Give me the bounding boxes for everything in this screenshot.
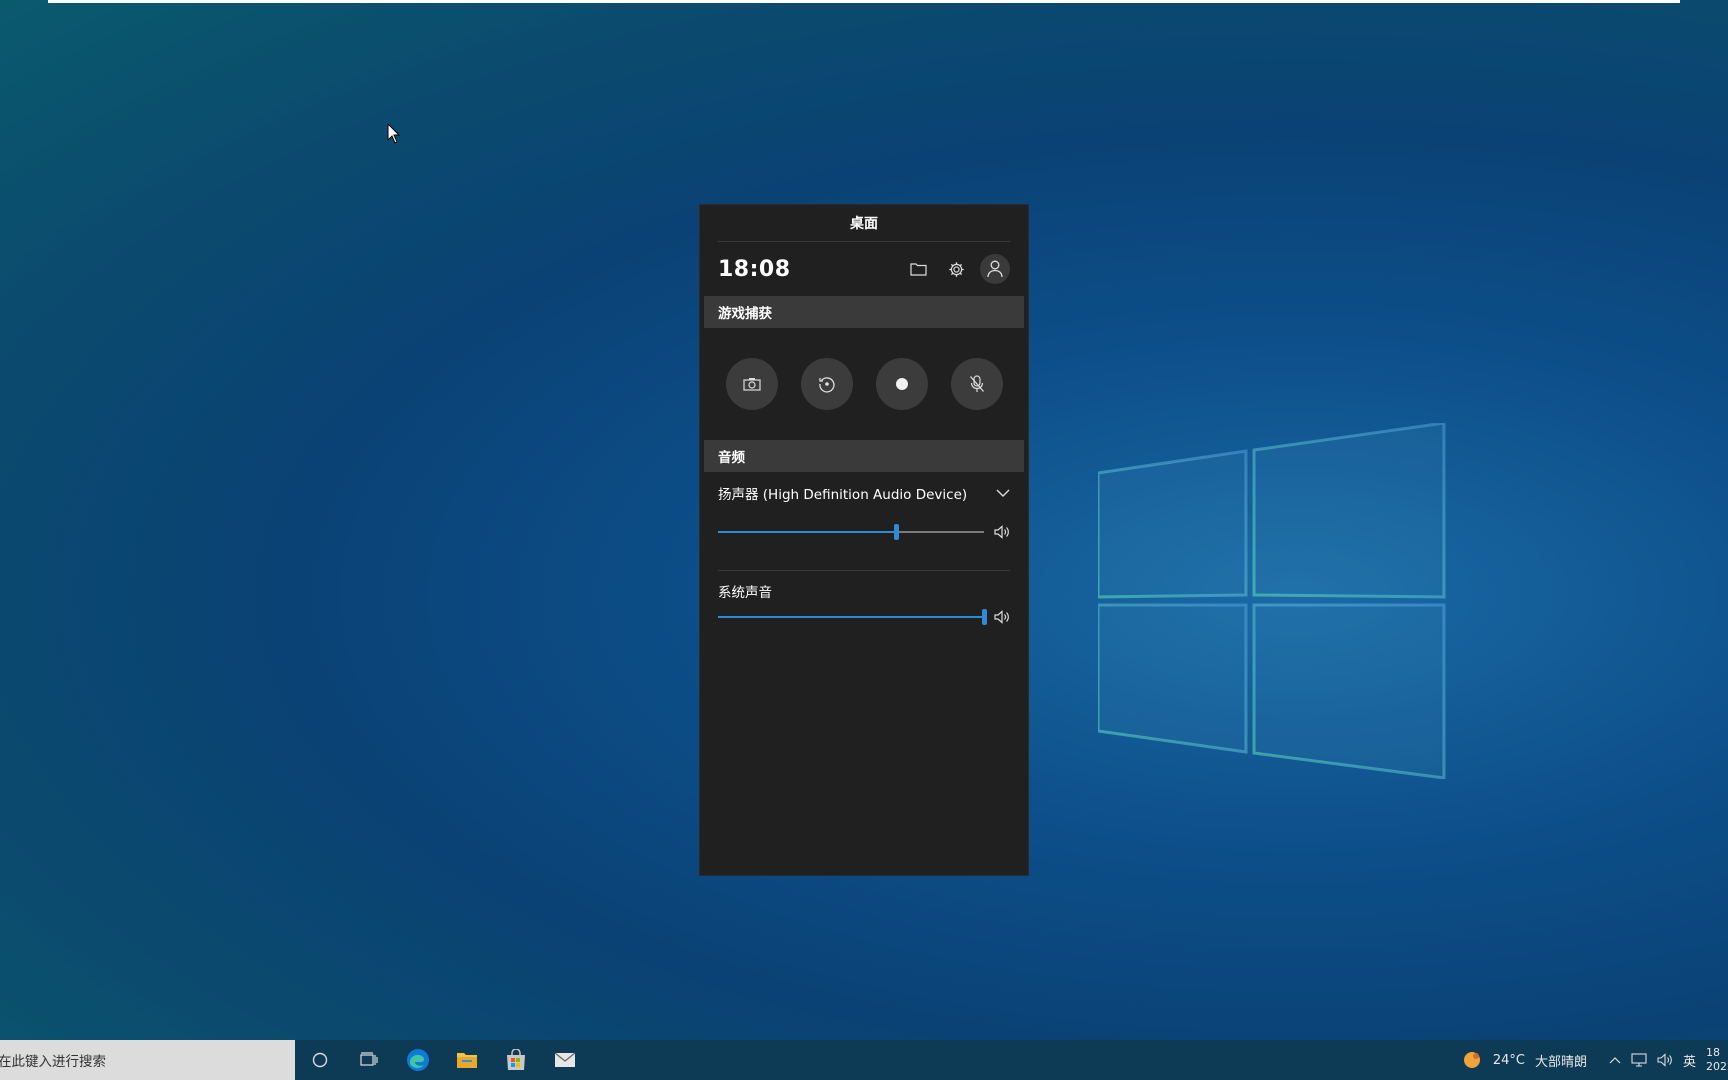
- weather-temperature[interactable]: 24°C: [1493, 1053, 1525, 1068]
- camera-icon: [742, 378, 761, 391]
- game-bar-capture-panel: 桌面 18:08 游戏捕获 音频 扬声器 (High Definition Au…: [700, 205, 1028, 875]
- device-volume-row: [700, 514, 1028, 550]
- edge-browser-icon[interactable]: [393, 1040, 442, 1080]
- clock-time: 18:08: [718, 256, 791, 282]
- mail-icon[interactable]: [540, 1040, 589, 1080]
- speaker-volume-icon[interactable]: [984, 525, 1010, 539]
- slider-thumb[interactable]: [894, 524, 900, 540]
- taskbar-clock-time: 18: [1706, 1046, 1720, 1059]
- capture-section-heading: 游戏捕获: [704, 296, 1024, 328]
- gear-icon[interactable]: [942, 255, 970, 283]
- taskbar-clock[interactable]: 18 2022: [1706, 1046, 1728, 1074]
- chevron-down-icon[interactable]: [996, 489, 1010, 498]
- system-volume-row: [700, 605, 1028, 629]
- speaker-volume-icon[interactable]: [984, 610, 1010, 624]
- top-edge-bar: [48, 0, 1680, 3]
- windows-logo: [1098, 423, 1446, 779]
- taskbar-clock-date: 2022: [1706, 1060, 1728, 1073]
- time-row: 18:08: [700, 242, 1028, 296]
- system-tray: 24°C 大部晴朗 英 18 2022: [1461, 1040, 1728, 1080]
- weather-description[interactable]: 大部晴朗: [1535, 1051, 1587, 1070]
- system-volume-slider[interactable]: [718, 609, 987, 625]
- mouse-cursor-icon: [387, 123, 401, 144]
- cortana-icon[interactable]: [295, 1040, 344, 1080]
- start-recording-button[interactable]: [875, 358, 928, 410]
- capture-buttons-row: [700, 328, 1028, 440]
- audio-section-heading: 音频: [704, 440, 1024, 472]
- input-method-indicator[interactable]: 英: [1683, 1051, 1696, 1070]
- volume-icon[interactable]: [1657, 1053, 1673, 1067]
- record-icon: [895, 378, 908, 390]
- task-view-icon[interactable]: [344, 1040, 393, 1080]
- weather-sun-icon[interactable]: [1461, 1049, 1483, 1071]
- network-icon[interactable]: [1631, 1053, 1647, 1067]
- chevron-up-icon[interactable]: [1609, 1056, 1621, 1064]
- system-sounds-label: 系统声音: [718, 585, 772, 601]
- audio-device-selector[interactable]: 扬声器 (High Definition Audio Device): [700, 472, 1028, 514]
- mic-off-icon: [969, 375, 984, 392]
- panel-title: 桌面: [718, 205, 1010, 242]
- taskbar: 在此键入进行搜索 24°C 大部晴朗 英 18 2022: [0, 1040, 1728, 1080]
- audio-device-name: 扬声器 (High Definition Audio Device): [718, 487, 968, 503]
- slider-thumb[interactable]: [982, 609, 987, 625]
- search-placeholder: 在此键入进行搜索: [0, 1054, 106, 1070]
- user-account-icon[interactable]: [980, 254, 1010, 284]
- file-explorer-icon[interactable]: [442, 1040, 491, 1080]
- device-volume-slider[interactable]: [718, 524, 984, 540]
- record-last-30s-button[interactable]: [800, 358, 853, 410]
- taskbar-search-box[interactable]: 在此键入进行搜索: [0, 1040, 295, 1080]
- microsoft-store-icon[interactable]: [491, 1040, 540, 1080]
- screenshot-button[interactable]: [725, 358, 778, 410]
- replay-icon: [818, 377, 835, 393]
- folder-icon[interactable]: [904, 255, 932, 283]
- microphone-toggle-button[interactable]: [950, 358, 1003, 410]
